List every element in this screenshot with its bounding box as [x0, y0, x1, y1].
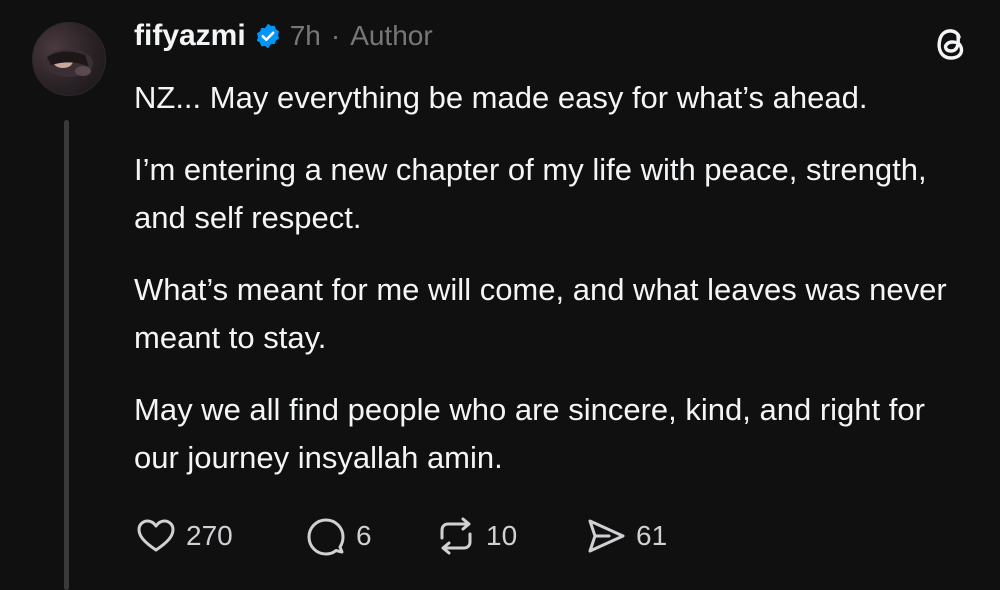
threads-logo-icon[interactable]	[928, 20, 972, 64]
verified-badge-icon	[256, 23, 279, 49]
post-body: NZ... May everything be made easy for wh…	[134, 74, 974, 506]
repost-icon	[440, 517, 472, 555]
action-bar: 270 6 10 61	[134, 510, 667, 562]
share-count: 61	[636, 520, 668, 551]
repost-count: 10	[486, 520, 518, 551]
comment-icon	[307, 518, 345, 556]
author-badge: Author	[350, 20, 433, 51]
share-icon	[588, 519, 625, 553]
thread-line	[64, 120, 69, 590]
post-paragraph: I’m entering a new chapter of my life wi…	[134, 152, 927, 235]
reply-count: 6	[356, 520, 372, 551]
like-button[interactable]: 270	[134, 514, 304, 558]
repost-button[interactable]: 10	[434, 514, 584, 558]
meta-separator: ·	[330, 20, 341, 51]
heart-icon	[137, 519, 175, 552]
post-paragraph: What’s meant for me will come, and what …	[134, 272, 947, 355]
username[interactable]: fifyazmi	[134, 19, 246, 53]
reply-button[interactable]: 6	[304, 514, 434, 558]
avatar[interactable]	[32, 22, 106, 96]
post-paragraph: May we all find people who are sincere, …	[134, 392, 925, 475]
post-header: fifyazmi 7h · Author	[134, 14, 433, 58]
like-count: 270	[186, 520, 233, 551]
post-time: 7h	[289, 20, 321, 51]
post-paragraph: NZ... May everything be made easy for wh…	[134, 80, 868, 115]
share-button[interactable]: 61	[584, 514, 667, 558]
